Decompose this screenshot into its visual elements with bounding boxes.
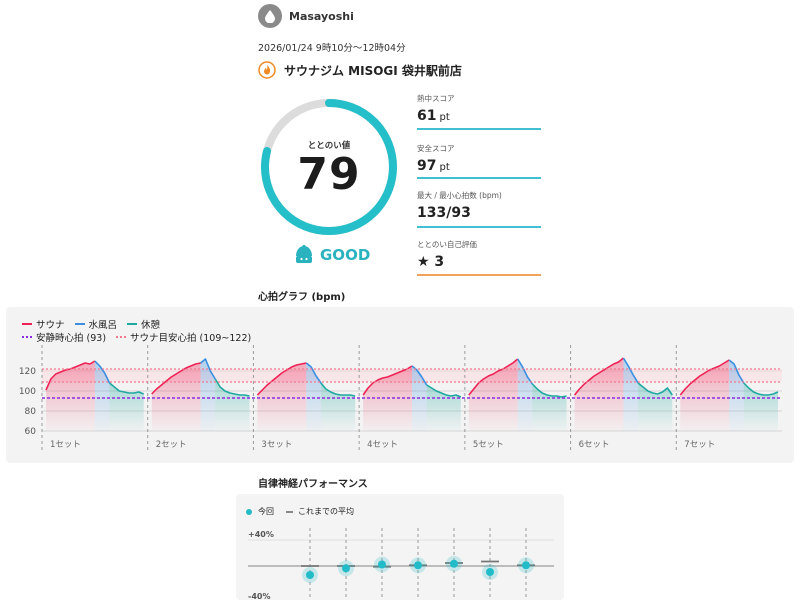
sauna-mascot-icon	[296, 244, 312, 263]
set-label: 5セット	[473, 440, 504, 450]
stat-heart-rate: 最大 / 最小心拍数 (bpm) 133/93	[417, 190, 541, 221]
set-label: 7セット	[684, 440, 715, 450]
rest-area	[320, 383, 356, 431]
rest-area	[638, 383, 673, 431]
rating-text: GOOD	[320, 246, 371, 264]
y-tick-label: 60	[25, 427, 37, 437]
heart-rate-title: 心拍グラフ (bpm)	[258, 292, 346, 303]
set-label: 1セット	[50, 440, 81, 450]
perf-current-dot	[450, 559, 458, 568]
stat-value: 133/93	[417, 205, 471, 221]
rest-area	[426, 385, 461, 431]
stat-label: 熱中スコア	[417, 94, 455, 103]
y-tick-label: 100	[19, 387, 36, 397]
user-header: Masayoshi	[258, 4, 354, 28]
stat-value: 97 pt	[417, 158, 450, 174]
stat-divider	[417, 177, 541, 179]
stat-value: 61 pt	[417, 108, 450, 124]
rating-row: GOOD	[294, 244, 370, 266]
rest-area	[109, 383, 144, 431]
y-tick-label: 120	[19, 367, 36, 377]
set-label: 6セット	[579, 440, 610, 450]
perf-title: 自律神経パフォーマンス	[258, 479, 368, 490]
water-drop-icon	[265, 10, 275, 23]
stat-label: 安全スコア	[417, 144, 455, 153]
facility-name[interactable]: サウナジム MISOGI 袋井駅前店	[284, 62, 462, 79]
perf-current-dot	[306, 571, 314, 579]
stat-heat-score: 熱中スコア 61 pt	[417, 93, 541, 124]
perf-card: 今回 これまでの平均 +40% -40%	[236, 494, 564, 600]
stat-value: ★ 3	[417, 254, 445, 270]
stat-self-rating: ととのい自己評価 ★ 3	[417, 239, 541, 270]
stat-label: 最大 / 最小心拍数 (bpm)	[417, 191, 502, 200]
perf-current-dot	[342, 564, 350, 573]
heart-rate-card: サウナ 水風呂 休憩 安静時心拍 (93) サウナ目安心拍 (109~122) …	[6, 307, 794, 463]
session-datetime: 2026/01/24 9時10分〜12時04分	[258, 43, 406, 54]
perf-current-dot	[522, 561, 530, 570]
stat-label: ととのい自己評価	[417, 240, 477, 249]
stat-safety-score: 安全スコア 97 pt	[417, 143, 541, 174]
avatar[interactable]	[258, 4, 282, 28]
rest-area	[743, 383, 778, 431]
totonoi-value: 79	[297, 149, 361, 200]
set-label: 4セット	[367, 440, 398, 450]
stat-divider	[417, 128, 541, 130]
y-tick-label: 80	[25, 407, 37, 417]
stat-divider	[417, 274, 541, 276]
set-label: 3セット	[261, 440, 292, 450]
stat-divider	[417, 226, 541, 228]
perf-chart	[248, 528, 554, 600]
heart-rate-chart: 60 80 100 120 1セット 2セット 3セット 4セット 5セット 6セット 7セット	[19, 345, 782, 451]
user-name[interactable]: Masayoshi	[289, 10, 354, 23]
flame-icon	[258, 61, 276, 79]
set-label: 2セット	[156, 440, 187, 450]
perf-current-dot	[378, 560, 386, 569]
perf-current-dot	[486, 568, 494, 576]
facility-row[interactable]: サウナジム MISOGI 袋井駅前店	[258, 61, 462, 79]
perf-current-dot	[414, 561, 422, 570]
